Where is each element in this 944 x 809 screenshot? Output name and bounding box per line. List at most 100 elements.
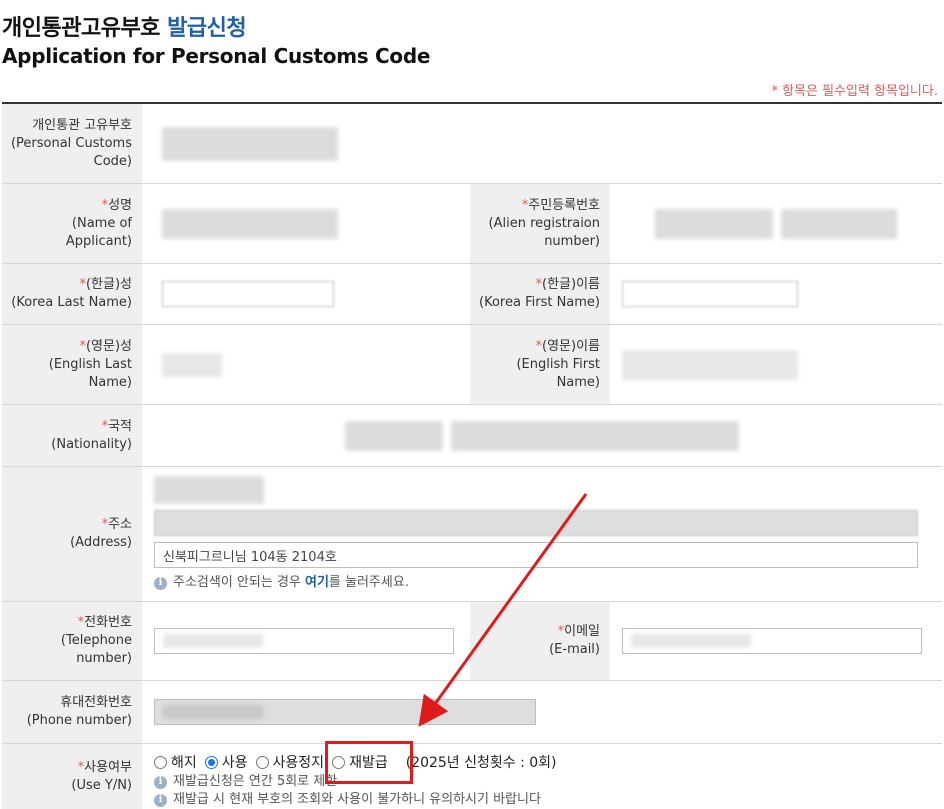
eng-first-value	[610, 325, 942, 404]
row-korean-name: *(한글)성 (Korea Last Name) *(한글)이름 (Korea …	[2, 264, 942, 325]
radio-circle-selected[interactable]	[204, 755, 218, 769]
address-main-input[interactable]	[154, 510, 918, 536]
label-en: (Telephone number)	[60, 633, 132, 666]
name-masked[interactable]	[162, 208, 338, 239]
label-ko-text: (한글)이름	[542, 277, 600, 292]
page-title-english: Application for Personal Customs Code	[2, 44, 431, 68]
telephone-input[interactable]	[154, 628, 454, 654]
title-main: 개인통관고유부호	[2, 16, 168, 41]
label-ko-text: (영문)이름	[542, 338, 600, 354]
alien-reg-back-masked[interactable]	[781, 208, 897, 239]
label-ko: *이메일	[476, 623, 600, 641]
label-en: (Alien registraion number)	[488, 215, 600, 249]
label-ko: 휴대전화번호	[60, 695, 132, 710]
label-ko: *성명	[8, 197, 132, 215]
row-mobile: 휴대전화번호 (Phone number)	[2, 681, 942, 744]
address-help-link[interactable]: 여기	[305, 575, 329, 590]
label-en: (Personal Customs Code)	[10, 135, 132, 169]
label-mobile: 휴대전화번호 (Phone number)	[2, 681, 142, 743]
radio-label: 사용	[221, 755, 248, 771]
label-en: (Korea Last Name)	[11, 295, 132, 310]
label-customs-code: 개인통관 고유부호 (Personal Customs Code)	[2, 104, 142, 183]
address-value: 신북피그르니님 104동 2104호 i 주소검색이 안되는 경우 여기를 눌러…	[142, 467, 942, 601]
radio-suspend[interactable]: 사용정지	[255, 752, 324, 772]
label-en: (E-mail)	[549, 642, 600, 657]
info-icon: i	[154, 576, 167, 590]
label-use-yn: *사용여부 (Use Y/N)	[2, 744, 142, 809]
info-icon: i	[154, 793, 167, 807]
nationality-select-masked[interactable]	[345, 420, 443, 451]
label-ko: *주소	[8, 516, 132, 534]
radio-circle[interactable]	[154, 755, 167, 769]
note-text: 재발급신청은 연간 5회로 제한	[173, 774, 338, 789]
mobile-input[interactable]	[154, 699, 536, 725]
label-ko-text: 사용여부	[84, 760, 132, 775]
telephone-masked	[163, 634, 263, 648]
label-en: (English Last Name)	[48, 356, 132, 390]
label-ko-text: 국적	[108, 418, 132, 434]
reissue-note-1: i 재발급신청은 연간 5회로 제한	[154, 773, 930, 791]
radio-cancel[interactable]: 해지	[154, 752, 197, 772]
label-ko: *전화번호	[8, 614, 132, 632]
page-title-korean: 개인통관고유부호 발급신청	[2, 10, 247, 42]
kor-last-value	[142, 264, 470, 324]
label-ko: *(영문)이름	[476, 338, 600, 356]
nationality-name-masked	[451, 420, 739, 451]
kor-last-input[interactable]	[162, 281, 334, 307]
label-en: (Use Y/N)	[71, 778, 132, 793]
label-ko: *(한글)이름	[476, 276, 600, 294]
address-detail-value: 신북피그르니님 104동 2104호	[163, 550, 337, 565]
label-nationality: *국적 (Nationality)	[2, 405, 142, 466]
eng-last-masked[interactable]	[162, 352, 222, 377]
label-ko: *주민등록번호	[476, 197, 600, 215]
label-en: (English First Name)	[516, 356, 600, 390]
label-en: (Korea First Name)	[479, 295, 600, 310]
label-ko: *(영문)성	[8, 338, 132, 356]
use-yn-radio-group: 해지 사용 사용정지 재발급 (2025년 신청횟수 : 0회)	[154, 752, 930, 772]
postcode-masked[interactable]	[154, 476, 264, 504]
email-input[interactable]	[622, 628, 922, 654]
note-text: 재발급 시 현재 부호의 조회와 사용이 불가하니 유의하시기 바랍니다	[173, 792, 541, 807]
eng-first-masked[interactable]	[622, 349, 798, 380]
label-eng-first: *(영문)이름 (English First Name)	[470, 325, 610, 404]
eng-last-value	[142, 325, 470, 404]
label-ko: *국적	[8, 418, 132, 436]
alien-reg-front-masked[interactable]	[655, 208, 773, 239]
row-use-yn: *사용여부 (Use Y/N) 해지 사용 사용정지 재발급 (2025년 신청…	[2, 744, 942, 809]
application-count: (2025년 신청횟수 : 0회)	[405, 755, 557, 771]
telephone-value	[142, 602, 470, 680]
label-en: (Nationality)	[51, 436, 132, 452]
row-customs-code: 개인통관 고유부호 (Personal Customs Code)	[2, 104, 942, 184]
label-ko-text: 주소	[108, 517, 132, 532]
label-telephone: *전화번호 (Telephone number)	[2, 602, 142, 680]
label-ko: *사용여부	[8, 759, 132, 777]
row-nationality: *국적 (Nationality)	[2, 405, 942, 467]
address-help: i 주소검색이 안되는 경우 여기를 눌러주세요.	[154, 574, 930, 592]
label-kor-first: *(한글)이름 (Korea First Name)	[470, 264, 610, 324]
alien-reg-value	[610, 184, 942, 263]
kor-first-input[interactable]	[622, 281, 798, 307]
label-alien-reg: *주민등록번호 (Alien registraion number)	[470, 184, 610, 263]
help-after: 를 눌러주세요.	[328, 575, 409, 590]
annotation-highlight-box	[325, 741, 413, 784]
title-accent: 발급신청	[167, 16, 247, 41]
radio-circle[interactable]	[255, 755, 269, 769]
customs-code-value	[142, 104, 942, 183]
label-email: *이메일 (E-mail)	[470, 602, 610, 680]
email-value	[610, 602, 942, 680]
radio-use[interactable]: 사용	[204, 752, 248, 772]
mobile-value	[142, 681, 942, 743]
label-eng-last: *(영문)성 (English Last Name)	[2, 325, 142, 404]
address-help-text: 주소검색이 안되는 경우 여기를 눌러주세요.	[173, 574, 409, 592]
reissue-note-2: i 재발급 시 현재 부호의 조회와 사용이 불가하니 유의하시기 바랍니다	[154, 791, 930, 809]
label-name: *성명 (Name of Applicant)	[2, 184, 142, 263]
label-kor-last: *(한글)성 (Korea Last Name)	[2, 264, 142, 324]
help-before: 주소검색이 안되는 경우	[173, 575, 305, 590]
nationality-value	[142, 405, 942, 466]
label-ko-text: 이메일	[564, 624, 600, 639]
use-yn-value: 해지 사용 사용정지 재발급 (2025년 신청횟수 : 0회) i 재발급신청…	[142, 744, 942, 809]
application-form: 개인통관 고유부호 (Personal Customs Code) *성명 (N…	[2, 102, 942, 809]
row-address: *주소 (Address) 신북피그르니님 104동 2104호 i 주소검색이…	[2, 467, 942, 602]
address-detail-input[interactable]: 신북피그르니님 104동 2104호	[154, 542, 918, 568]
row-name: *성명 (Name of Applicant) *주민등록번호 (Alien r…	[2, 184, 942, 264]
